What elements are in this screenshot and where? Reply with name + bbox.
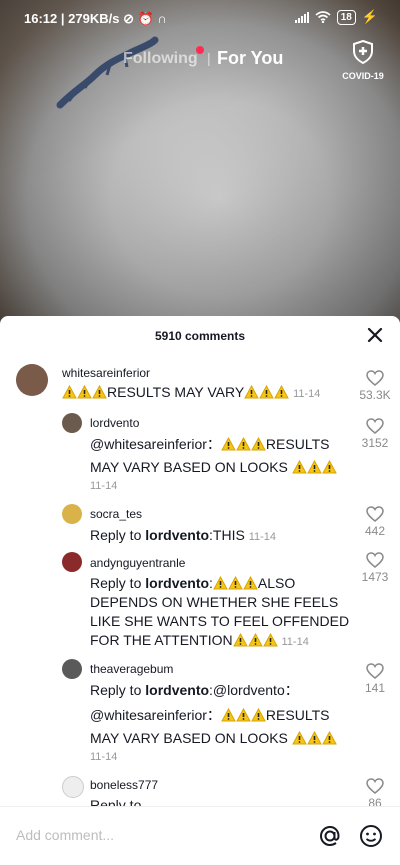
- avatar[interactable]: [62, 413, 82, 433]
- warning-emoji-group: [291, 459, 337, 475]
- like-count: 1473: [361, 570, 389, 584]
- heart-icon: [366, 778, 384, 794]
- wifi-icon: [315, 11, 331, 23]
- warning-emoji-group: [62, 384, 107, 400]
- comment-body: FOR THE ATTENTION: [90, 632, 233, 648]
- comment-date: 11-14: [90, 751, 118, 763]
- alarm-icon: ⏰: [137, 11, 154, 26]
- comment-input-bar: Add comment...: [0, 806, 400, 865]
- comment-username[interactable]: boneless777: [90, 778, 158, 792]
- signal-icon: [294, 11, 309, 23]
- like-count: 141: [364, 681, 386, 695]
- mention-icon[interactable]: [317, 823, 343, 849]
- like-button[interactable]: 1473: [355, 552, 395, 584]
- status-left: 16:12 | 279KB/s ⊘ ⏰ ∩: [24, 11, 167, 26]
- avatar[interactable]: [16, 364, 48, 396]
- like-button[interactable]: 86: [355, 778, 395, 808]
- comment-text: Reply to lordvento:THIS 11-14: [90, 526, 276, 547]
- reply-prefix: Reply to: [90, 527, 146, 543]
- comment-text: @whitesareinferior： RESULTS MAY VARY BASE…: [90, 435, 360, 496]
- comment-text: Reply to lordvento: ALSO DEPENDS ON WHETH…: [90, 574, 360, 652]
- comment-username[interactable]: socra_tes: [90, 507, 142, 521]
- like-count: 442: [364, 524, 386, 538]
- comment-date: 11-14: [248, 531, 277, 543]
- reply-target[interactable]: lordvento: [145, 682, 209, 698]
- covid-label: COVID-19: [342, 71, 384, 81]
- comment-username[interactable]: whitesareinferior: [62, 366, 150, 380]
- tab-separator: |: [207, 50, 211, 66]
- reply-prefix: Reply to: [90, 575, 146, 591]
- comments-count: 5910 comments: [154, 329, 246, 343]
- headphone-icon: ∩: [157, 11, 167, 26]
- like-count: 53.3K: [359, 388, 391, 402]
- avatar[interactable]: [62, 776, 84, 798]
- comment-mention: @whitesareinferior：: [90, 707, 221, 723]
- warning-emoji-group: [221, 707, 266, 723]
- avatar[interactable]: [62, 504, 82, 524]
- tab-following[interactable]: Following: [123, 50, 198, 68]
- like-button[interactable]: 53.3K: [355, 370, 395, 402]
- charging-icon: ⚡: [361, 9, 378, 24]
- comment-username[interactable]: lordvento: [90, 416, 139, 430]
- warning-emoji-group: [291, 730, 337, 746]
- comment-body: ALSO: [257, 575, 296, 591]
- warning-emoji-group: [244, 384, 290, 400]
- reply-target[interactable]: lordvento: [145, 575, 209, 591]
- shield-icon: [353, 39, 373, 65]
- bluetooth-off-icon: ⊘: [123, 11, 134, 26]
- like-button[interactable]: 3152: [355, 418, 395, 450]
- sheet-header: 5910 comments: [0, 316, 400, 354]
- avatar[interactable]: [62, 552, 82, 572]
- status-right: 18 ⚡: [294, 9, 378, 25]
- comment-body: DEPENDS ON WHETHER SHE FEELS: [90, 594, 339, 610]
- comment-mention: @whitesareinferior：: [90, 436, 221, 452]
- avatar[interactable]: [62, 659, 82, 679]
- comment-body: LIKE SHE WANTS TO FEEL OFFENDED: [90, 613, 350, 629]
- comment-username[interactable]: theaveragebum: [90, 662, 173, 676]
- covid-button[interactable]: COVID-19: [338, 39, 388, 81]
- heart-icon: [366, 418, 384, 434]
- like-button[interactable]: 141: [355, 663, 395, 695]
- comment-body: MAY VARY BASED ON LOOKS: [90, 730, 288, 746]
- comment-body: RESULTS MAY VARY: [107, 384, 245, 400]
- heart-icon: [366, 552, 384, 568]
- comment-text: RESULTS MAY VARY 11-14: [62, 383, 320, 404]
- clock: 16:12: [24, 11, 58, 26]
- warning-emoji-group: [221, 436, 266, 452]
- comments-sheet: 5910 comments whitesareinferior RESULTS …: [0, 316, 400, 864]
- heart-icon: [366, 663, 384, 679]
- like-count: 3152: [361, 436, 389, 450]
- close-icon[interactable]: [366, 326, 384, 344]
- battery-icon: 18: [336, 9, 356, 25]
- comment-body: :THIS: [209, 527, 245, 543]
- comment-text: Reply to lordvento:@lordvento： @whitesar…: [90, 681, 360, 767]
- following-badge: [196, 46, 204, 54]
- comments-list[interactable]: whitesareinferior RESULTS MAY VARY 11-14…: [0, 356, 400, 808]
- reply-prefix: Reply to: [90, 682, 146, 698]
- warning-emoji-group: [232, 632, 278, 648]
- reply-target[interactable]: lordvento: [145, 527, 209, 543]
- comment-body: :@lordvento：: [209, 682, 299, 698]
- comment-body: MAY VARY BASED ON LOOKS: [90, 459, 288, 475]
- emoji-icon[interactable]: [358, 823, 384, 849]
- comment-date: 11-14: [281, 636, 309, 648]
- heart-icon: [366, 370, 384, 386]
- comment-username[interactable]: andynguyentranle: [90, 556, 185, 570]
- status-bar: 16:12 | 279KB/s ⊘ ⏰ ∩ 18 ⚡: [0, 0, 400, 36]
- like-button[interactable]: 442: [355, 506, 395, 538]
- warning-emoji-group: [213, 575, 258, 591]
- comment-date: 11-14: [90, 480, 118, 492]
- comment-body: RESULTS: [265, 707, 330, 723]
- comment-date: 11-14: [293, 388, 321, 400]
- tab-for-you[interactable]: For You: [217, 48, 283, 69]
- net-speed: 279KB/s: [68, 11, 120, 26]
- comment-input[interactable]: Add comment...: [16, 827, 114, 843]
- heart-icon: [366, 506, 384, 522]
- comment-body: RESULTS: [265, 436, 330, 452]
